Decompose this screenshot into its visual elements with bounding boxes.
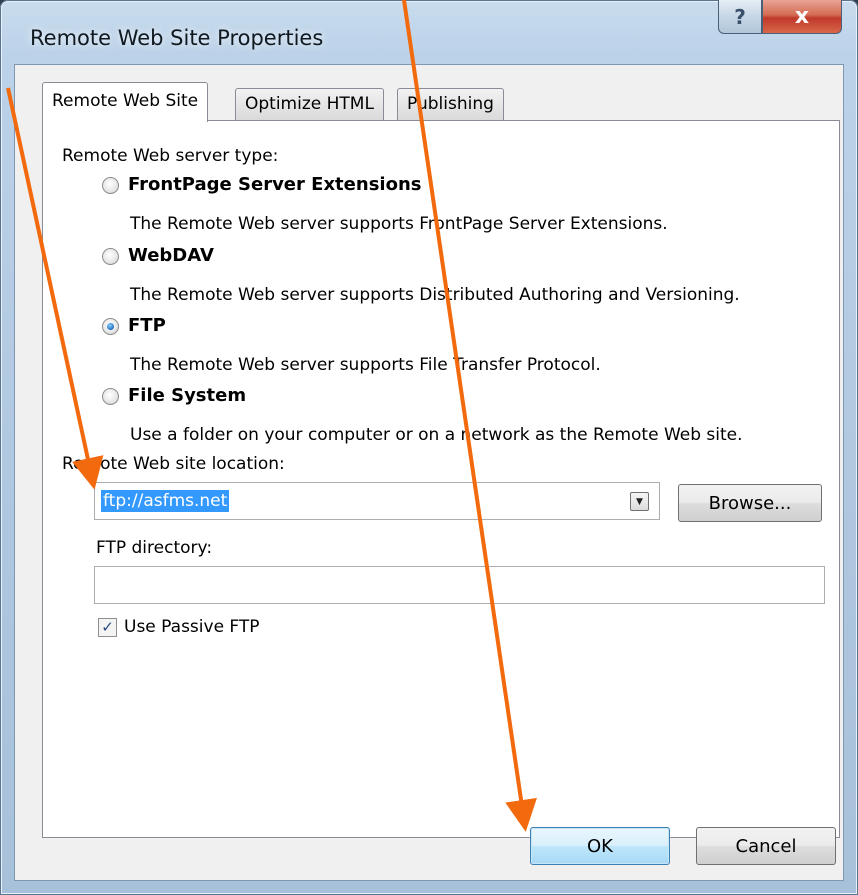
location-value: ftp://asfms.net <box>101 490 230 512</box>
option-title-file-system[interactable]: File System <box>128 385 246 406</box>
checkmark-icon: ✓ <box>101 618 114 636</box>
tab-remote-web-site[interactable]: Remote Web Site <box>42 82 209 122</box>
help-icon: ? <box>734 4 746 29</box>
option-desc-webdav: The Remote Web server supports Distribut… <box>130 285 740 305</box>
radio-file-system[interactable] <box>102 388 119 405</box>
server-type-label: Remote Web server type: <box>62 146 279 166</box>
close-icon: x <box>794 4 810 29</box>
ok-button[interactable]: OK <box>530 827 670 865</box>
passive-ftp-label[interactable]: Use Passive FTP <box>124 617 260 637</box>
ftp-directory-label: FTP directory: <box>96 538 213 558</box>
browse-button[interactable]: Browse... <box>678 484 822 522</box>
cancel-button[interactable]: Cancel <box>696 827 836 865</box>
location-combobox[interactable]: ftp://asfms.net ▼ <box>94 482 660 520</box>
close-button[interactable]: x <box>762 0 842 34</box>
ftp-directory-input[interactable] <box>94 566 825 604</box>
radio-ftp[interactable] <box>102 318 119 335</box>
location-label: Remote Web site location: <box>62 454 285 474</box>
tab-publishing[interactable]: Publishing <box>397 88 504 120</box>
dialog-window: Remote Web Site Properties ? x Remote We… <box>0 0 858 895</box>
passive-ftp-checkbox[interactable]: ✓ <box>98 618 117 637</box>
window-title: Remote Web Site Properties <box>30 26 324 50</box>
dropdown-arrow-icon[interactable]: ▼ <box>630 492 649 511</box>
option-desc-frontpage: The Remote Web server supports FrontPage… <box>130 214 668 234</box>
radio-frontpage[interactable] <box>102 177 119 194</box>
option-desc-ftp: The Remote Web server supports File Tran… <box>130 355 601 375</box>
option-title-webdav[interactable]: WebDAV <box>128 245 214 266</box>
option-desc-file-system: Use a folder on your computer or on a ne… <box>130 425 743 445</box>
option-title-frontpage[interactable]: FrontPage Server Extensions <box>128 174 421 195</box>
radio-webdav[interactable] <box>102 248 119 265</box>
tab-optimize-html[interactable]: Optimize HTML <box>235 88 384 120</box>
help-button[interactable]: ? <box>718 0 762 34</box>
title-bar[interactable]: Remote Web Site Properties ? x <box>0 0 858 56</box>
option-title-ftp[interactable]: FTP <box>128 315 166 336</box>
